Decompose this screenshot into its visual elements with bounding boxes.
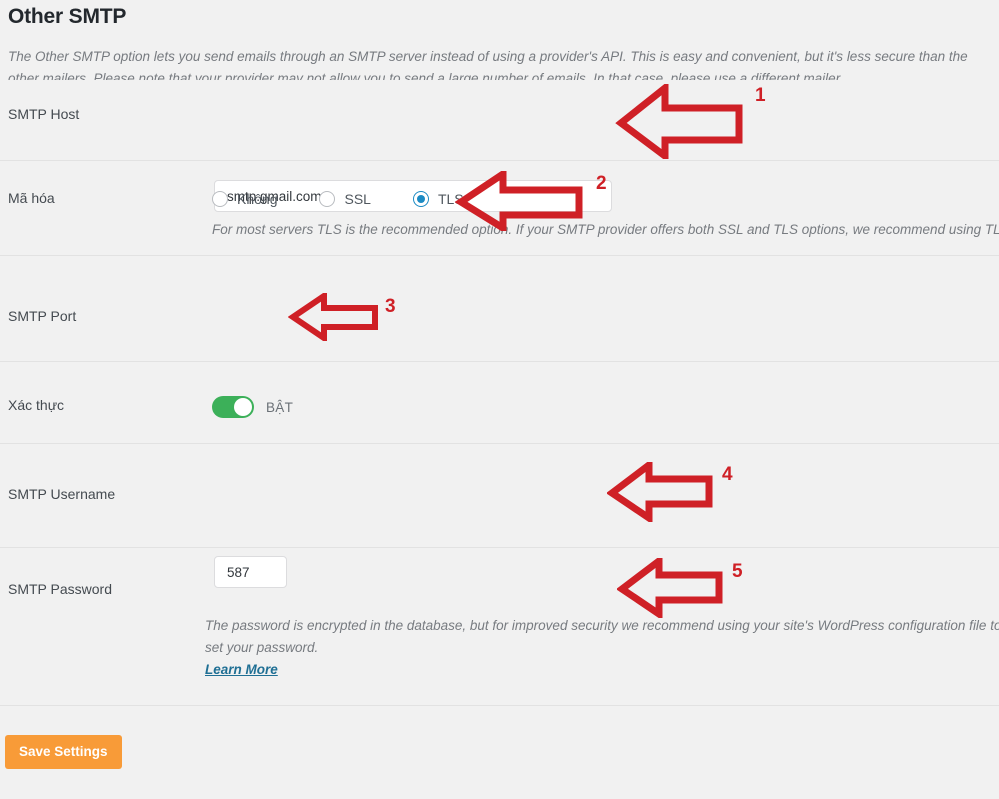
radio-label-ssl: SSL xyxy=(344,191,371,207)
encryption-radio-group: Không SSL TLS xyxy=(212,191,490,207)
radio-label-tls: TLS xyxy=(437,191,464,207)
page-title: Other SMTP xyxy=(8,5,127,28)
save-settings-button[interactable]: Save Settings xyxy=(5,735,122,769)
radio-option-none[interactable]: Không xyxy=(212,191,277,207)
radio-circle-icon[interactable] xyxy=(319,191,336,207)
label-encryption: Mã hóa xyxy=(8,190,55,206)
row-smtp-port: SMTP Port xyxy=(0,256,999,588)
radio-circle-icon[interactable] xyxy=(212,191,228,207)
label-smtp-port: SMTP Port xyxy=(8,308,77,324)
password-help-sentence: The password is encrypted in the databas… xyxy=(205,618,999,655)
encryption-help-text: For most servers TLS is the recommended … xyxy=(212,222,999,237)
label-smtp-host: SMTP Host xyxy=(8,106,80,122)
radio-circle-checked-icon[interactable] xyxy=(412,191,429,207)
annotation-number-4: 4 xyxy=(722,464,733,485)
learn-more-link[interactable]: Learn More xyxy=(205,662,278,677)
label-authentication: Xác thực xyxy=(8,397,65,413)
radio-option-tls[interactable]: TLS xyxy=(412,191,464,207)
label-smtp-password: SMTP Password xyxy=(8,581,112,597)
annotation-number-2: 2 xyxy=(596,173,607,194)
radio-label-none: Không xyxy=(237,191,278,207)
authentication-toggle[interactable] xyxy=(212,396,254,418)
radio-option-ssl[interactable]: SSL xyxy=(319,191,371,207)
row-smtp-username: SMTP Username xyxy=(0,444,999,548)
annotation-number-5: 5 xyxy=(732,561,743,582)
row-encryption: Mã hóa Không SSL TLS For most servers TL… xyxy=(0,161,999,256)
annotation-number-3: 3 xyxy=(385,296,396,317)
annotation-number-1: 1 xyxy=(755,85,766,106)
row-smtp-password: SMTP Password The password is encrypted … xyxy=(0,548,999,706)
password-help-text: The password is encrypted in the databas… xyxy=(205,615,999,681)
section-description: The Other SMTP option lets you send emai… xyxy=(8,49,968,80)
authentication-toggle-wrap: BẬT xyxy=(212,396,293,418)
row-authentication: Xác thực BẬT xyxy=(0,362,999,444)
row-smtp-host: SMTP Host xyxy=(0,85,999,212)
other-smtp-settings-page: Other SMTP The Other SMTP option lets yo… xyxy=(0,0,999,799)
toggle-knob xyxy=(234,398,252,416)
label-smtp-username: SMTP Username xyxy=(8,486,116,502)
authentication-toggle-label: BẬT xyxy=(266,399,294,415)
